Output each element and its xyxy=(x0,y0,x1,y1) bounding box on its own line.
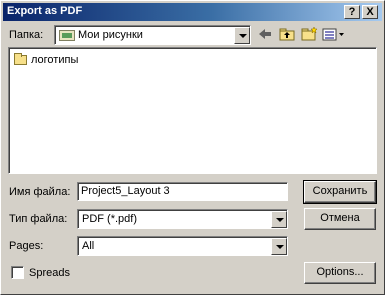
chevron-down-icon[interactable] xyxy=(271,211,287,228)
folder-dropdown[interactable]: Мои рисунки xyxy=(54,25,251,45)
pages-dropdown[interactable]: All xyxy=(77,236,288,256)
cancel-button[interactable]: Отмена xyxy=(304,208,376,230)
new-folder-icon xyxy=(301,26,318,41)
window-title: Export as PDF xyxy=(7,5,83,17)
view-menu-button[interactable] xyxy=(321,25,347,43)
filename-label: Имя файла: xyxy=(9,186,71,198)
options-button-label: Options... xyxy=(316,266,364,278)
title-bar[interactable]: Export as PDF ? X xyxy=(3,3,382,21)
chevron-down-icon[interactable] xyxy=(234,27,250,44)
filetype-label: Тип файла: xyxy=(9,213,68,225)
back-arrow-icon xyxy=(259,29,271,39)
save-button-label: Сохранить xyxy=(312,185,368,197)
view-list-icon xyxy=(322,28,344,41)
filetype-dropdown[interactable]: PDF (*.pdf) xyxy=(77,209,288,229)
folder-icon xyxy=(14,53,27,65)
back-button[interactable] xyxy=(255,25,275,43)
up-folder-button[interactable] xyxy=(277,25,297,43)
file-list[interactable]: логотипы xyxy=(8,47,377,174)
folder-picture-icon xyxy=(59,30,75,41)
export-dialog: Export as PDF ? X Папка: Мои рисунки лог… xyxy=(0,0,385,295)
pages-value: All xyxy=(82,240,95,252)
up-folder-icon xyxy=(279,28,295,41)
chevron-down-icon[interactable] xyxy=(271,238,287,255)
help-button[interactable]: ? xyxy=(344,5,360,19)
filename-field[interactable]: Project5_Layout 3 xyxy=(77,182,288,201)
spreads-checkbox[interactable] xyxy=(11,266,24,279)
pages-label: Pages: xyxy=(9,240,44,252)
folder-value: Мои рисунки xyxy=(78,29,143,41)
filetype-value: PDF (*.pdf) xyxy=(82,213,138,225)
folder-label: Папка: xyxy=(9,29,44,41)
new-folder-button[interactable] xyxy=(299,25,319,43)
filename-value: Project5_Layout 3 xyxy=(78,183,287,200)
save-button[interactable]: Сохранить xyxy=(303,180,377,204)
close-button[interactable]: X xyxy=(362,5,378,19)
spreads-label: Spreads xyxy=(29,267,70,279)
cancel-button-label: Отмена xyxy=(320,212,360,224)
folder-item-label: логотипы xyxy=(31,54,79,66)
options-button[interactable]: Options... xyxy=(304,262,376,284)
